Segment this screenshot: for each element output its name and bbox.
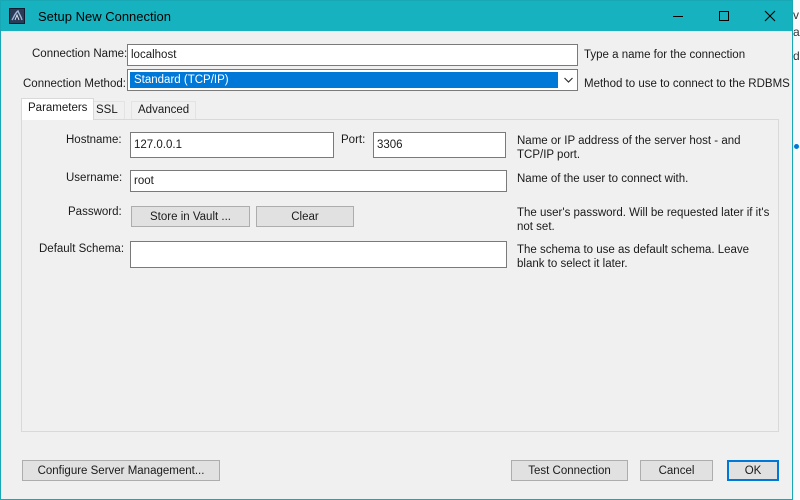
configure-server-management-button[interactable]: Configure Server Management... — [22, 460, 220, 481]
clear-password-button[interactable]: Clear — [256, 206, 354, 227]
port-input[interactable]: 3306 — [373, 132, 506, 158]
connection-method-hint: Method to use to connect to the RDBMS — [584, 78, 790, 90]
background-text-fragment: v: — [793, 8, 800, 22]
background-window-edge: v: a d — [792, 0, 800, 500]
hostname-input[interactable]: 127.0.0.1 — [130, 132, 334, 158]
connection-name-label: Connection Name: — [32, 48, 128, 60]
test-connection-button[interactable]: Test Connection — [511, 460, 628, 481]
chevron-down-icon — [564, 77, 573, 83]
password-label: Password: — [68, 206, 122, 218]
maximize-button[interactable] — [701, 1, 747, 31]
close-icon — [764, 10, 776, 22]
default-schema-input[interactable] — [130, 241, 507, 268]
connection-method-selected-value: Standard (TCP/IP) — [130, 72, 558, 88]
default-schema-hint: The schema to use as default schema. Lea… — [517, 243, 749, 271]
password-hint-line: not set. — [517, 221, 555, 233]
connection-name-hint: Type a name for the connection — [584, 49, 746, 61]
minimize-icon — [673, 16, 683, 17]
minimize-button[interactable] — [655, 1, 701, 31]
connection-method-label: Connection Method: — [23, 78, 126, 90]
window-title: Setup New Connection — [38, 9, 171, 24]
tab-parameters[interactable]: Parameters — [21, 98, 95, 120]
password-hint: The user's password. Will be requested l… — [517, 206, 769, 234]
default-schema-label: Default Schema: — [39, 243, 125, 255]
connection-method-select[interactable]: Standard (TCP/IP) — [127, 69, 578, 91]
tab-advanced[interactable]: Advanced — [131, 101, 197, 119]
ok-button[interactable]: OK — [727, 460, 779, 481]
port-label: Port: — [341, 134, 366, 146]
connection-name-input[interactable]: localhost — [127, 44, 578, 66]
hostname-hint: Name or IP address of the server host - … — [517, 134, 741, 162]
maximize-icon — [719, 11, 729, 21]
username-label: Username: — [66, 172, 123, 184]
hostname-hint-line: TCP/IP port. — [517, 149, 581, 161]
parameters-panel — [21, 119, 779, 432]
title-bar[interactable]: Setup New Connection — [1, 1, 792, 31]
mysql-workbench-icon — [9, 8, 25, 24]
username-hint: Name of the user to connect with. — [517, 173, 689, 185]
hostname-hint-line: Name or IP address of the server host - … — [517, 135, 741, 147]
background-text-fragment: a — [793, 25, 800, 39]
setup-connection-dialog: Setup New Connection Connection Name: lo… — [0, 0, 793, 500]
background-indicator-dot — [794, 144, 799, 149]
default-schema-hint-line: blank to select it later. — [517, 258, 628, 270]
default-schema-hint-line: The schema to use as default schema. Lea… — [517, 244, 750, 256]
background-text-fragment: d — [793, 49, 800, 63]
close-button[interactable] — [747, 1, 793, 31]
hostname-label: Hostname: — [66, 134, 122, 146]
password-hint-line: The user's password. Will be requested l… — [517, 207, 770, 219]
store-in-vault-button[interactable]: Store in Vault ... — [131, 206, 250, 227]
username-input[interactable]: root — [130, 170, 507, 192]
cancel-button[interactable]: Cancel — [640, 460, 713, 481]
